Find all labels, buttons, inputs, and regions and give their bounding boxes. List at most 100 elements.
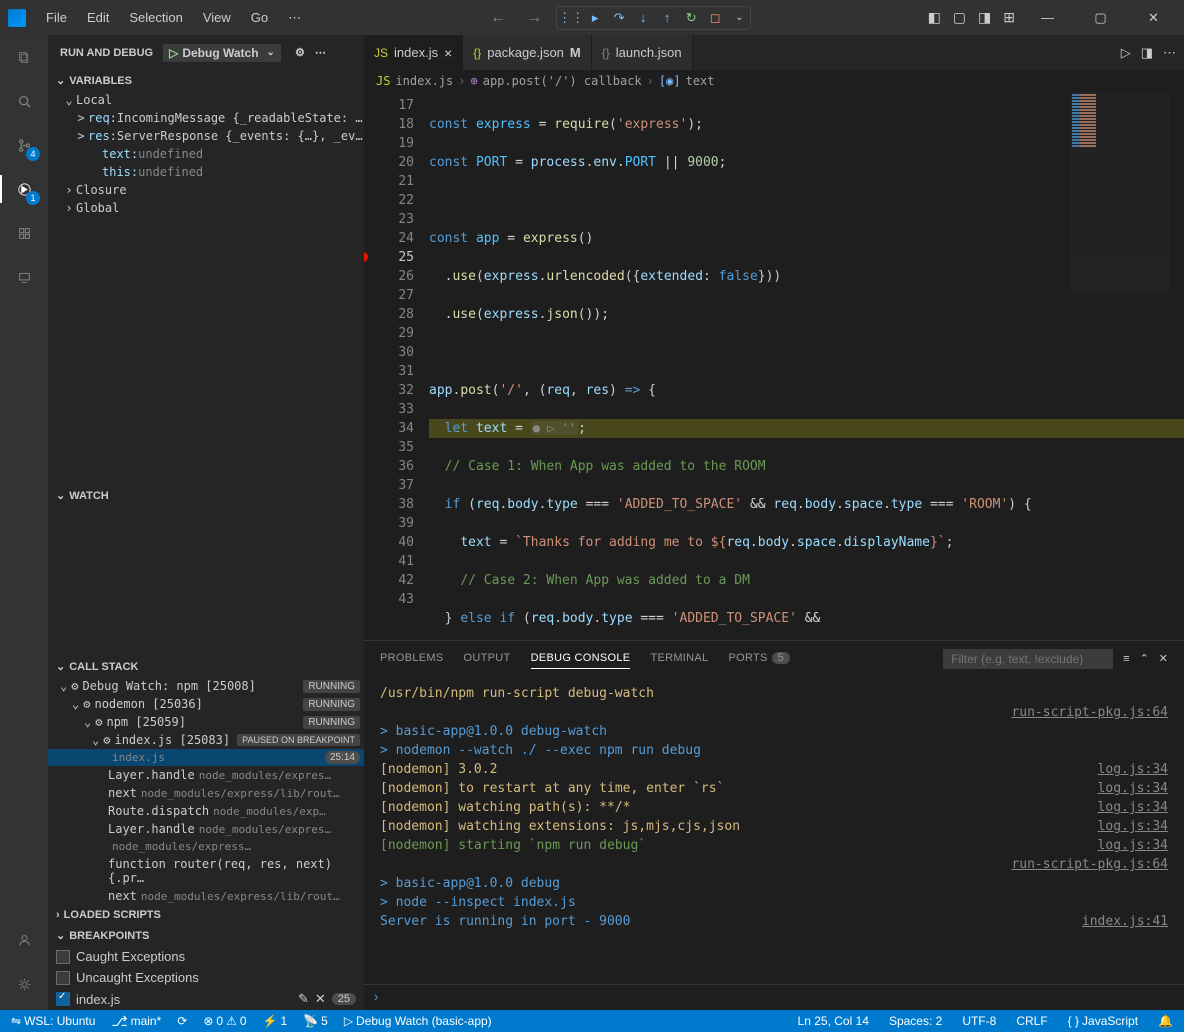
activity-settings-icon[interactable]: [10, 970, 38, 998]
callstack-thread[interactable]: ⌄⚙ nodemon [25036]RUNNING: [48, 695, 364, 713]
section-watch[interactable]: ⌄ WATCH: [48, 485, 364, 506]
layout-icon-3[interactable]: ◨: [976, 7, 993, 28]
panel-maximize-icon[interactable]: ⌃: [1140, 652, 1149, 665]
scope-global[interactable]: ›Global: [48, 199, 364, 217]
debug-grip-icon[interactable]: ⋮⋮: [563, 10, 579, 26]
console-filter-input[interactable]: [943, 649, 1113, 669]
editor-tab[interactable]: {}launch.json: [592, 35, 693, 70]
window-minimize-icon[interactable]: —: [1025, 0, 1070, 35]
split-icon[interactable]: ◨: [1141, 45, 1153, 61]
checkbox-icon[interactable]: [56, 992, 70, 1006]
menu-edit[interactable]: Edit: [79, 6, 117, 29]
more-icon[interactable]: ⋯: [315, 46, 326, 59]
code-editor[interactable]: 1718192021222324▷25262728293031323334353…: [364, 92, 1184, 640]
debug-continue-icon[interactable]: ▸: [587, 10, 603, 26]
panel-tab[interactable]: OUTPUT: [464, 648, 511, 669]
panel-tab[interactable]: DEBUG CONSOLE: [531, 648, 631, 669]
variable-row[interactable]: >res: ServerResponse {_events: {…}, _ev…: [48, 127, 364, 145]
variable-row[interactable]: >req: IncomingMessage {_readableState: …: [48, 109, 364, 127]
window-maximize-icon[interactable]: ▢: [1078, 0, 1123, 35]
debug-stepout-icon[interactable]: ↑: [659, 10, 675, 26]
callstack-frame[interactable]: node_modules/express…: [48, 838, 364, 855]
layout-icon-2[interactable]: ▢: [951, 7, 968, 28]
checkbox-icon[interactable]: [56, 950, 70, 964]
panel-tab[interactable]: TERMINAL: [650, 648, 708, 669]
callstack-thread[interactable]: ⌄⚙ Debug Watch: npm [25008]RUNNING: [48, 677, 364, 695]
minimap[interactable]: [1070, 92, 1170, 292]
breakpoint-item[interactable]: Uncaught Exceptions: [48, 967, 364, 988]
callstack-frame[interactable]: Route.dispatch node_modules/exp…: [48, 802, 364, 820]
panel-tab[interactable]: PROBLEMS: [380, 648, 444, 669]
status-ports[interactable]: 📡 5: [300, 1014, 331, 1028]
activity-account-icon[interactable]: [10, 926, 38, 954]
section-loaded[interactable]: › LOADED SCRIPTS: [48, 905, 364, 925]
scope-local[interactable]: ⌄Local: [48, 91, 364, 109]
status-sync[interactable]: ⟳: [174, 1014, 190, 1028]
activity-search-icon[interactable]: [10, 87, 38, 115]
menu-view[interactable]: View: [195, 6, 239, 29]
status-remote[interactable]: ⇋ WSL: Ubuntu: [8, 1014, 98, 1028]
console-input-row[interactable]: ›: [364, 984, 1184, 1010]
status-eol[interactable]: CRLF: [1013, 1014, 1050, 1028]
variable-row[interactable]: this: undefined: [48, 163, 364, 181]
menu-more-icon[interactable]: ⋯: [280, 6, 309, 30]
debug-restart-icon[interactable]: ↻: [683, 10, 699, 26]
editor-tab[interactable]: {}package.jsonM: [463, 35, 591, 70]
window-close-icon[interactable]: ✕: [1131, 0, 1176, 35]
gear-icon[interactable]: ⚙: [295, 46, 305, 59]
debug-console[interactable]: /usr/bin/npm run-script debug-watchrun-s…: [364, 676, 1184, 984]
checkbox-icon[interactable]: [56, 971, 70, 985]
breakpoint-item[interactable]: Caught Exceptions: [48, 946, 364, 967]
status-ln[interactable]: Ln 25, Col 14: [795, 1014, 872, 1028]
breadcrumb[interactable]: JSindex.js› ⊕app.post('/') callback› [◉]…: [364, 70, 1184, 92]
section-variables[interactable]: ⌄ VARIABLES: [48, 70, 364, 91]
nav-fwd-icon[interactable]: →: [520, 9, 548, 27]
status-branch[interactable]: ⎇ main*: [108, 1013, 164, 1030]
menu-selection[interactable]: Selection: [121, 6, 190, 29]
debug-config-select[interactable]: ▷ Debug Watch ⌄: [163, 44, 281, 62]
run-icon[interactable]: ▷: [1121, 45, 1131, 61]
variable-row[interactable]: text: undefined: [48, 145, 364, 163]
status-bell-icon[interactable]: 🔔: [1155, 1014, 1176, 1028]
callstack-frame[interactable]: function router(req, res, next) {.pr…: [48, 855, 364, 887]
section-breakpoints[interactable]: ⌄ BREAKPOINTS: [48, 925, 364, 946]
status-lang[interactable]: { } JavaScript: [1065, 1014, 1141, 1028]
activity-extensions-icon[interactable]: [10, 219, 38, 247]
callstack-frame[interactable]: index.js25:14: [48, 749, 364, 766]
callstack-frame[interactable]: Layer.handle node_modules/expres…: [48, 820, 364, 838]
layout-icon-4[interactable]: ⊞: [1001, 7, 1017, 28]
panel-settings-icon[interactable]: ≡: [1123, 653, 1129, 665]
status-debug[interactable]: ▷ Debug Watch (basic-app): [341, 1014, 495, 1028]
activity-remote-icon[interactable]: [10, 263, 38, 291]
debug-stop-icon[interactable]: ◻: [707, 10, 723, 26]
status-alerts[interactable]: ⚡1: [260, 1014, 291, 1028]
tab-more-icon[interactable]: ⋯: [1163, 45, 1176, 61]
nav-back-icon[interactable]: ←: [484, 9, 512, 27]
activity-scm-icon[interactable]: 4: [10, 131, 38, 159]
activity-explorer-icon[interactable]: [10, 43, 38, 71]
status-encoding[interactable]: UTF-8: [959, 1014, 999, 1028]
panel-close-icon[interactable]: ✕: [1159, 652, 1168, 665]
scope-closure[interactable]: ›Closure: [48, 181, 364, 199]
callstack-frame[interactable]: next node_modules/express/lib/rout…: [48, 887, 364, 905]
menu-go[interactable]: Go: [243, 6, 276, 29]
callstack-thread[interactable]: ⌄⚙ npm [25059]RUNNING: [48, 713, 364, 731]
status-errors[interactable]: ⊗ 0 ⚠ 0: [200, 1014, 249, 1028]
close-icon[interactable]: ×: [444, 45, 452, 61]
breakpoint-file[interactable]: index.js ✎ ✕ 25: [48, 988, 364, 1010]
debug-stepinto-icon[interactable]: ↓: [635, 10, 651, 26]
section-callstack[interactable]: ⌄ CALL STACK: [48, 656, 364, 677]
editor-tab[interactable]: JSindex.js×: [364, 35, 463, 70]
callstack-frame[interactable]: next node_modules/express/lib/rout…: [48, 784, 364, 802]
edit-icon[interactable]: ✎: [298, 991, 309, 1007]
callstack-frame[interactable]: Layer.handle node_modules/expres…: [48, 766, 364, 784]
layout-icon-1[interactable]: ◧: [926, 7, 943, 28]
status-spaces[interactable]: Spaces: 2: [886, 1014, 945, 1028]
debug-stepover-icon[interactable]: ↷: [611, 10, 627, 26]
close-icon[interactable]: ✕: [315, 991, 326, 1007]
debug-toolbar-chevron-icon[interactable]: ⌄: [735, 12, 743, 23]
panel-tab[interactable]: PORTS5: [728, 648, 790, 669]
menu-file[interactable]: File: [38, 6, 75, 29]
activity-debug-icon[interactable]: 1: [10, 175, 38, 203]
callstack-thread[interactable]: ⌄⚙ index.js [25083]PAUSED ON BREAKPOINT: [48, 731, 364, 749]
